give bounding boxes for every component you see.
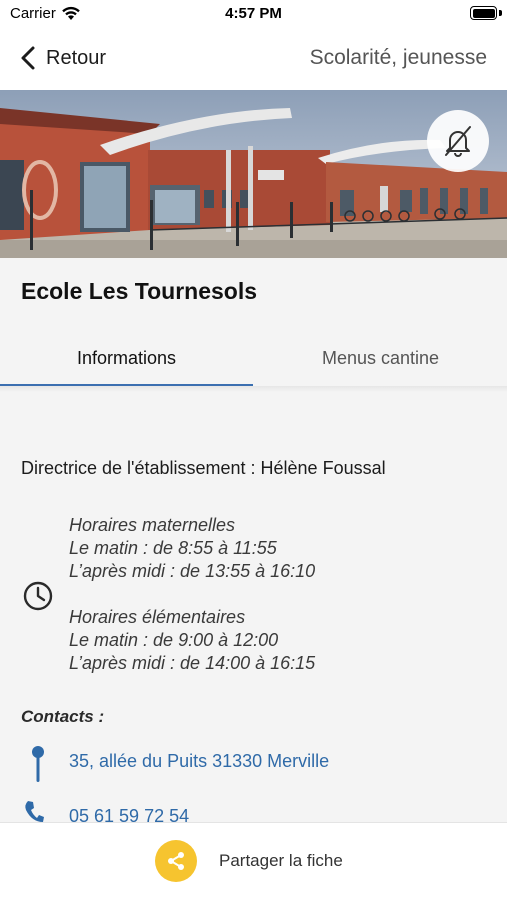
tab-menus-cantine[interactable]: Menus cantine bbox=[254, 330, 507, 386]
hours-spacer bbox=[69, 583, 315, 606]
contacts-heading: Contacts : bbox=[21, 707, 105, 726]
address-link[interactable]: 35, allée du Puits 31330 Merville bbox=[69, 751, 329, 772]
bottom-action-bar: Partager la fiche bbox=[0, 822, 507, 900]
nav-bar: Retour Scolarité, jeunesse bbox=[0, 28, 507, 90]
school-name: Ecole Les Tournesols bbox=[21, 278, 258, 304]
clock-icon bbox=[23, 581, 53, 611]
school-photo bbox=[0, 90, 507, 258]
status-time: 4:57 PM bbox=[225, 5, 282, 22]
share-label: Partager la fiche bbox=[219, 851, 343, 870]
hours-elementaire-title: Horaires élémentaires bbox=[69, 607, 246, 627]
map-pin-icon bbox=[32, 746, 44, 782]
battery-cap bbox=[499, 10, 502, 16]
status-bar: Carrier 4:57 PM bbox=[0, 0, 507, 28]
back-button[interactable]: Retour bbox=[18, 42, 106, 74]
hours-elementaire-morning: Le matin : de 9:00 à 12:00 bbox=[69, 630, 279, 650]
hours-maternelle-afternoon: L’après midi : de 13:55 à 16:10 bbox=[69, 561, 316, 581]
hours-maternelle-title: Horaires maternelles bbox=[69, 515, 236, 535]
share-icon bbox=[155, 840, 197, 882]
bell-off-icon bbox=[445, 126, 471, 157]
director-line: Directrice de l'établissement : Hélène F… bbox=[21, 458, 386, 478]
school-building-illustration bbox=[0, 90, 507, 258]
tabs-divider bbox=[0, 386, 507, 392]
chevron-left-icon bbox=[21, 46, 35, 70]
phone-icon bbox=[25, 801, 44, 822]
share-button[interactable]: Partager la fiche bbox=[155, 839, 343, 883]
opening-hours: Horaires maternelles Le matin : de 8:55 … bbox=[69, 514, 315, 675]
tab-bar: Informations Menus cantine bbox=[0, 330, 507, 386]
hours-elementaire-afternoon: L’après midi : de 14:00 à 16:15 bbox=[69, 653, 316, 673]
hours-maternelle-morning: Le matin : de 8:55 à 11:55 bbox=[69, 538, 277, 558]
back-label: Retour bbox=[46, 46, 107, 69]
tab-informations[interactable]: Informations bbox=[0, 330, 253, 386]
battery-icon bbox=[470, 6, 497, 20]
notification-toggle-button[interactable] bbox=[427, 110, 489, 172]
page-title: Scolarité, jeunesse bbox=[309, 46, 487, 69]
